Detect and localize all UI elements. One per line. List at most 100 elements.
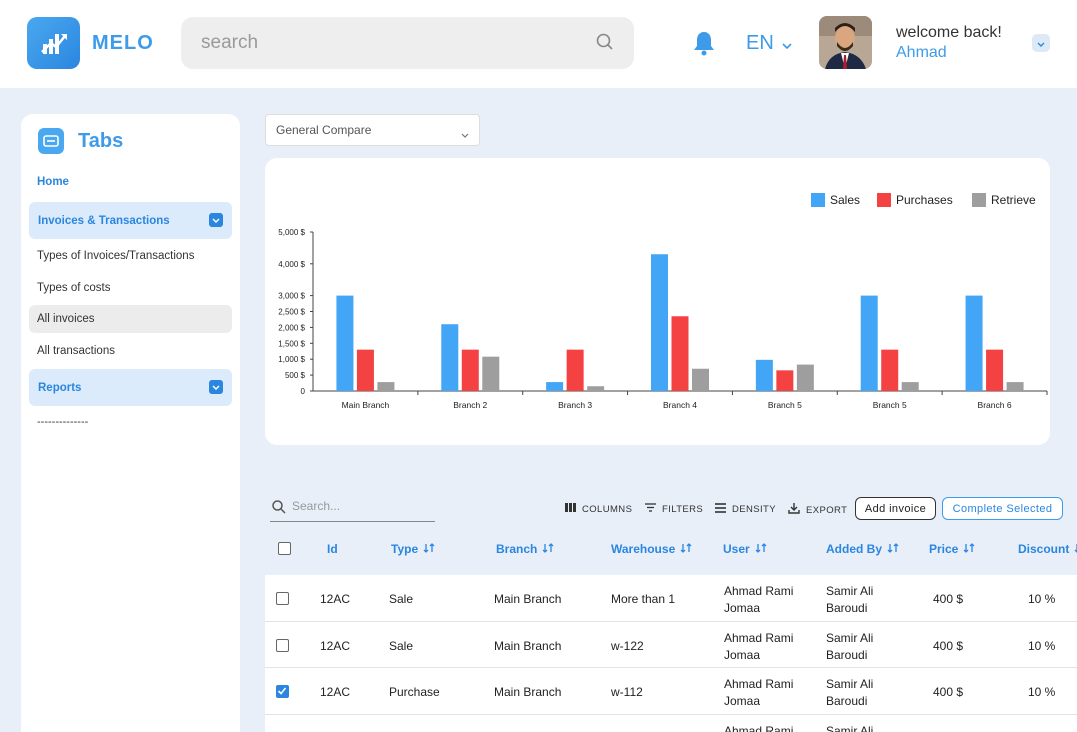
add-invoice-button[interactable]: Add invoice xyxy=(855,497,936,520)
sort-icon[interactable] xyxy=(680,542,692,556)
sort-icon[interactable] xyxy=(423,542,435,556)
table-row[interactable]: 12AC Sale Main Branch w-122 Ahmad Rami Jomaa… xyxy=(265,622,1077,668)
bar-purchases xyxy=(881,349,899,391)
select-all-checkbox[interactable] xyxy=(278,542,291,555)
cell-price: 400 $ xyxy=(933,685,964,699)
logo-icon[interactable] xyxy=(27,17,80,69)
row-checkbox-checked[interactable] xyxy=(276,685,289,698)
cell-added-by: Samir Ali Baroudi xyxy=(826,677,874,708)
sidebar-item-home[interactable]: Home xyxy=(37,176,69,188)
language-label: EN xyxy=(746,32,774,54)
cell-branch: Main Branch xyxy=(494,638,562,653)
avatar[interactable] xyxy=(819,16,872,69)
cell-branch: Main Branch xyxy=(494,685,562,699)
y-tick-label: 2,000 $ xyxy=(278,323,305,332)
sidebar-group-invoices[interactable]: Invoices & Transactions xyxy=(29,202,232,239)
filters-button[interactable]: FILTERS xyxy=(645,503,703,515)
sidebar-group-reports[interactable]: Reports xyxy=(29,369,232,406)
cell-discount: 10 % xyxy=(1028,685,1056,699)
cell-id: 12AC xyxy=(320,685,351,699)
bell-icon[interactable] xyxy=(692,30,716,61)
cell-warehouse: More than 1 xyxy=(611,592,676,606)
y-tick-label: 1,500 $ xyxy=(278,339,305,348)
table-header: Id Type Branch Warehouse User Added By Price Di… xyxy=(265,532,1077,572)
y-tick-label: 500 $ xyxy=(285,371,306,380)
cell-user: Ahmad Rami Jomaa xyxy=(724,677,794,708)
tabs-icon xyxy=(38,128,64,154)
sidebar-group-label: Invoices & Transactions xyxy=(38,214,170,227)
bar-chart: 0 500 $ 1,000 $ 1,500 $ 2,000 $ 2,500 $ 3,000 … xyxy=(278,193,1048,410)
bar-purchases xyxy=(461,349,479,391)
export-button[interactable]: EXPORT xyxy=(788,503,847,517)
sidebar-group-label: Reports xyxy=(38,381,82,394)
y-tick-label: 2,500 $ xyxy=(278,308,305,317)
columns-button[interactable]: COLUMNS xyxy=(565,503,632,515)
bar-sales xyxy=(860,295,878,391)
cell-discount: 10 % xyxy=(1028,592,1056,606)
language-selector[interactable]: EN xyxy=(746,32,792,55)
density-label: DENSITY xyxy=(732,504,776,515)
column-header[interactable]: Warehouse xyxy=(611,542,692,556)
column-header[interactable]: Discount xyxy=(1018,542,1077,556)
density-button[interactable]: DENSITY xyxy=(715,503,776,516)
column-header[interactable]: Id xyxy=(327,542,338,556)
sidebar: Tabs Home Invoices & Transactions Types … xyxy=(21,114,240,732)
bar-sales xyxy=(965,295,983,391)
cell-id: 12AC xyxy=(320,592,351,606)
chart-card: 0 500 $ 1,000 $ 1,500 $ 2,000 $ 2,500 $ 3,000 … xyxy=(265,158,1050,445)
sort-icon[interactable] xyxy=(963,542,975,556)
user-name: Ahmad xyxy=(896,44,947,61)
bar-retrieve xyxy=(482,356,500,391)
table-search[interactable] xyxy=(270,496,435,522)
user-menu-button[interactable] xyxy=(1032,34,1050,52)
sidebar-item-all-transactions[interactable]: All transactions xyxy=(37,345,115,357)
chevron-down-icon xyxy=(209,213,223,227)
x-tick-label: Branch 5 xyxy=(768,400,802,410)
row-checkbox[interactable] xyxy=(276,592,289,605)
table-row[interactable]: Ahmad Rami Samir Ali xyxy=(265,715,1077,732)
cell-user: Ahmad Rami Jomaa xyxy=(724,584,794,615)
complete-selected-button[interactable]: Complete Selected xyxy=(942,497,1063,520)
bar-sales xyxy=(336,295,354,391)
column-header-label: Price xyxy=(929,542,959,556)
sidebar-item-invoice-types[interactable]: Types of Invoices/Transactions xyxy=(37,250,194,262)
y-tick-label: 5,000 $ xyxy=(278,228,305,237)
search-input[interactable] xyxy=(201,29,581,57)
bar-retrieve xyxy=(587,386,605,391)
bar-sales xyxy=(755,359,773,391)
table-search-input[interactable] xyxy=(292,499,432,513)
column-header[interactable]: Type xyxy=(391,542,435,556)
x-tick-label: Main Branch xyxy=(342,400,390,410)
sort-icon[interactable] xyxy=(887,542,899,556)
bar-purchases xyxy=(356,349,374,391)
search-icon[interactable] xyxy=(596,33,614,56)
table-row[interactable]: 12AC Purchase Main Branch w-112 Ahmad Rami J… xyxy=(265,668,1077,715)
invoices-table: COLUMNS FILTERS DENSITY EXPORT Add invoi… xyxy=(265,486,1077,732)
columns-icon xyxy=(565,503,576,515)
column-header[interactable]: User xyxy=(723,542,767,556)
global-search[interactable] xyxy=(181,17,634,69)
cell-id: 12AC xyxy=(320,638,351,653)
bar-purchases xyxy=(776,370,794,391)
cell-type: Sale xyxy=(389,592,414,606)
column-header[interactable]: Price xyxy=(929,542,975,556)
column-header[interactable]: Branch xyxy=(496,542,554,556)
cell-warehouse: w-122 xyxy=(611,638,644,653)
column-header[interactable]: Added By xyxy=(826,542,899,556)
column-header-label: Warehouse xyxy=(611,542,676,556)
cell-added-by: Samir Ali xyxy=(826,723,874,732)
sort-icon[interactable] xyxy=(542,542,554,556)
sidebar-separator: -------------- xyxy=(37,416,89,428)
column-header-label: User xyxy=(723,542,750,556)
row-checkbox[interactable] xyxy=(276,638,289,652)
sidebar-item-all-invoices[interactable]: All invoices xyxy=(37,313,95,325)
compare-select[interactable]: General Compare xyxy=(265,114,480,146)
sidebar-item-cost-types[interactable]: Types of costs xyxy=(37,282,111,294)
legend-swatch xyxy=(811,193,825,207)
app-header: MELO EN welcome back! Ahmad xyxy=(0,0,1077,88)
column-header-label: Type xyxy=(391,542,419,556)
sort-icon[interactable] xyxy=(755,542,767,556)
cell-added-by: Samir Ali Baroudi xyxy=(826,630,874,662)
table-row[interactable]: 12AC Sale Main Branch More than 1 Ahmad Rami… xyxy=(265,575,1077,622)
brand-name: MELO xyxy=(92,32,154,54)
